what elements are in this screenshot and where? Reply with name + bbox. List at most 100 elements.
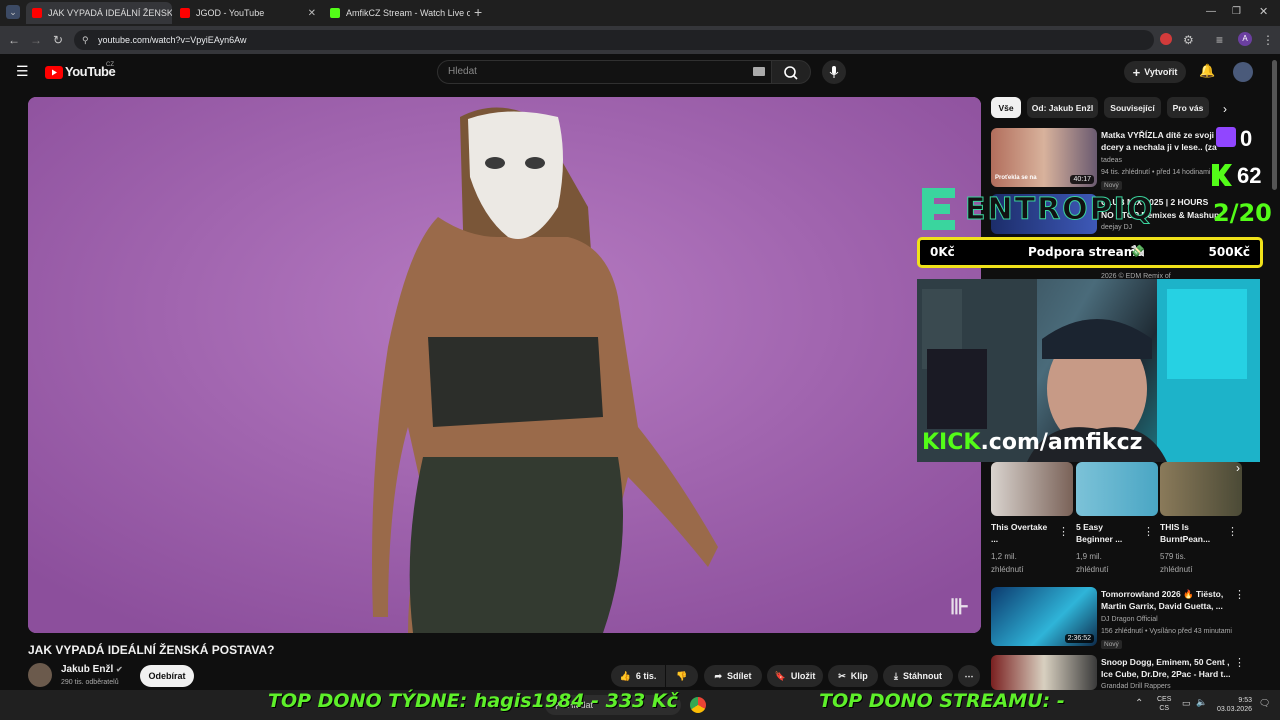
like-button[interactable]: 👍 6 tis. xyxy=(611,665,665,687)
clip-button[interactable]: ✂ Klip xyxy=(828,665,878,687)
video-player[interactable]: ⊪ xyxy=(28,97,981,633)
thumbnail-caption: Proťekla se na xyxy=(995,175,1037,181)
chip-all[interactable]: Vše xyxy=(991,97,1021,118)
short-title[interactable]: This Overtake ... xyxy=(991,521,1051,545)
related-title-line[interactable]: Martin Garrix, David Guetta, ... xyxy=(1101,600,1223,612)
verified-icon: ✔ xyxy=(116,665,123,674)
like-count: 6 tis. xyxy=(635,671,657,681)
goal-start: 0Kč xyxy=(930,245,955,259)
related-meta: 156 zhlédnutí • Vysíláno před 43 minutam… xyxy=(1101,628,1232,635)
search-button[interactable] xyxy=(771,60,811,84)
account-avatar[interactable] xyxy=(1233,62,1253,82)
share-button[interactable]: ➦ Sdílet xyxy=(704,665,762,687)
window-close-icon[interactable]: ✕ xyxy=(1259,5,1268,19)
subscriber-count: 290 tis. odběratelů xyxy=(61,679,119,686)
related-title-line[interactable]: Matka VYŘÍZLA dítě ze svoji xyxy=(1101,129,1214,141)
related-thumbnail[interactable]: 2:36:52 xyxy=(991,587,1097,646)
scissors-icon: ✂ xyxy=(838,670,846,681)
back-icon[interactable]: ← xyxy=(8,33,20,47)
tab-kick[interactable]: AmfikCZ Stream - Watch Live o ✕ xyxy=(324,2,470,24)
minimize-icon[interactable]: — xyxy=(1206,5,1216,19)
restore-icon[interactable]: ❐ xyxy=(1232,5,1241,19)
close-tab-icon[interactable]: ✕ xyxy=(302,8,316,19)
plus-icon: + xyxy=(1132,64,1141,80)
reading-list-icon[interactable]: ≡ xyxy=(1216,33,1223,47)
voice-search-button[interactable] xyxy=(822,60,846,84)
search-icon xyxy=(784,66,798,80)
clock-date: 03.03.2026 xyxy=(1216,706,1252,713)
new-badge: Nový xyxy=(1101,181,1122,190)
channel-name-text: Jakub Enžl xyxy=(61,664,114,675)
hamburger-menu-icon[interactable]: ☰ xyxy=(16,64,29,78)
save-label: Uložit xyxy=(790,671,816,681)
save-button[interactable]: 🔖 Uložit xyxy=(767,665,823,687)
profile-avatar[interactable]: A xyxy=(1238,32,1252,46)
keyboard-icon[interactable] xyxy=(753,67,765,76)
chip-for-you[interactable]: Pro vás xyxy=(1167,97,1209,118)
related-title-line[interactable]: Tomorrowland 2026 🔥 Tiësto, xyxy=(1101,588,1223,600)
more-actions-button[interactable]: ⋯ xyxy=(958,665,980,687)
chip-related[interactable]: Související xyxy=(1104,97,1161,118)
short-thumbnail[interactable] xyxy=(991,462,1073,516)
more-vertical-icon[interactable]: ⋮ xyxy=(1227,525,1238,538)
clip-label: Klip xyxy=(850,671,868,681)
tab-search-icon[interactable]: ⌄ xyxy=(6,5,20,19)
short-views-label: zhlédnutí xyxy=(1160,565,1193,574)
notifications-icon[interactable]: 🗨 xyxy=(1259,698,1270,709)
video-duration: 2:36:52 xyxy=(1064,634,1094,643)
goal-label: Podpora streamu xyxy=(1028,245,1145,259)
short-views: 579 tis. xyxy=(1160,552,1186,561)
menu-kebab-icon[interactable]: ⋮ xyxy=(1262,33,1274,47)
related-thumbnail[interactable]: Proťekla se na 40:17 xyxy=(991,128,1097,187)
search-input[interactable]: Hledat xyxy=(437,60,772,84)
related-channel[interactable]: DJ Dragon Official xyxy=(1101,615,1158,625)
related-thumbnail[interactable] xyxy=(991,655,1097,690)
site-info-icon[interactable]: ⚲ xyxy=(82,30,89,50)
language-indicator[interactable]: CES CS xyxy=(1157,695,1171,713)
notifications-bell-icon[interactable]: 🔔 xyxy=(1199,64,1215,78)
forward-icon[interactable]: → xyxy=(30,33,42,47)
short-title[interactable]: THIS Is BurntPean... xyxy=(1160,521,1222,545)
network-icon[interactable]: ▭ xyxy=(1182,698,1191,709)
more-vertical-icon[interactable]: ⋮ xyxy=(1143,525,1154,538)
ticker-left: TOP DONO TÝDNE: hagis1984 - 333 Kč xyxy=(268,690,678,712)
new-tab-icon[interactable]: + xyxy=(474,5,482,19)
youtube-favicon-icon xyxy=(32,8,42,18)
chip-from-channel[interactable]: Od: Jakub Enžl xyxy=(1027,97,1098,118)
related-title-line[interactable]: Ice Cube, Dr.Dre, 2Pac - Hard t... xyxy=(1101,668,1230,680)
download-button[interactable]: ⤓ Stáhnout xyxy=(883,665,953,687)
page-scrollbar[interactable] xyxy=(1272,60,1277,190)
kick-channel-url: KICK.com/amfikcz xyxy=(922,430,1142,455)
channel-watermark-icon[interactable]: ⊪ xyxy=(950,594,969,620)
related-title-line[interactable]: Snoop Dogg, Eminem, 50 Cent , xyxy=(1101,656,1229,668)
volume-icon[interactable]: 🔈 xyxy=(1196,697,1207,708)
create-button[interactable]: + Vytvořit xyxy=(1124,61,1186,83)
thumbs-up-icon: 👍 xyxy=(619,670,631,681)
related-channel[interactable]: tadeas xyxy=(1101,156,1122,166)
youtube-logo-icon[interactable] xyxy=(45,66,63,79)
tab-jgod[interactable]: JGOD - YouTube ✕ xyxy=(174,2,322,24)
extensions-icon[interactable]: ⚙ xyxy=(1183,33,1194,47)
share-label: Sdílet xyxy=(727,671,752,681)
short-title[interactable]: 5 Easy Beginner ... xyxy=(1076,521,1138,545)
dislike-button[interactable]: 👎 xyxy=(666,665,698,687)
more-vertical-icon[interactable]: ⋮ xyxy=(1234,588,1245,601)
more-vertical-icon[interactable]: ⋮ xyxy=(1058,525,1069,538)
url-bar[interactable]: ⚲ youtube.com/watch?v=VpyiEAyn6Aw xyxy=(74,30,1154,50)
short-thumbnail[interactable] xyxy=(1076,462,1158,516)
short-thumbnail[interactable] xyxy=(1160,462,1242,516)
chips-next-icon[interactable]: › xyxy=(1223,102,1227,116)
extension-badge-icon[interactable] xyxy=(1160,33,1172,45)
related-title-line[interactable]: dcery a nechala ji v lese.. (za xyxy=(1101,141,1217,153)
tab-video[interactable]: JAK VYPADÁ IDEÁLNÍ ŽENSK 🔊 ✕ xyxy=(26,2,172,24)
short-views: 1,2 mil. xyxy=(991,552,1017,561)
channel-avatar[interactable] xyxy=(28,663,52,687)
subscribe-button[interactable]: Odebírat xyxy=(140,665,194,687)
sub-goal-counter: 2/20 xyxy=(1213,199,1272,227)
shorts-next-icon[interactable]: › xyxy=(1236,461,1240,475)
tray-expand-icon[interactable]: ⌃ xyxy=(1135,698,1143,709)
channel-name[interactable]: Jakub Enžl ✔ xyxy=(61,664,123,675)
reload-icon[interactable]: ↻ xyxy=(53,33,63,47)
more-vertical-icon[interactable]: ⋮ xyxy=(1234,656,1245,669)
clock[interactable]: 9:53 03.03.2026 xyxy=(1212,696,1252,714)
